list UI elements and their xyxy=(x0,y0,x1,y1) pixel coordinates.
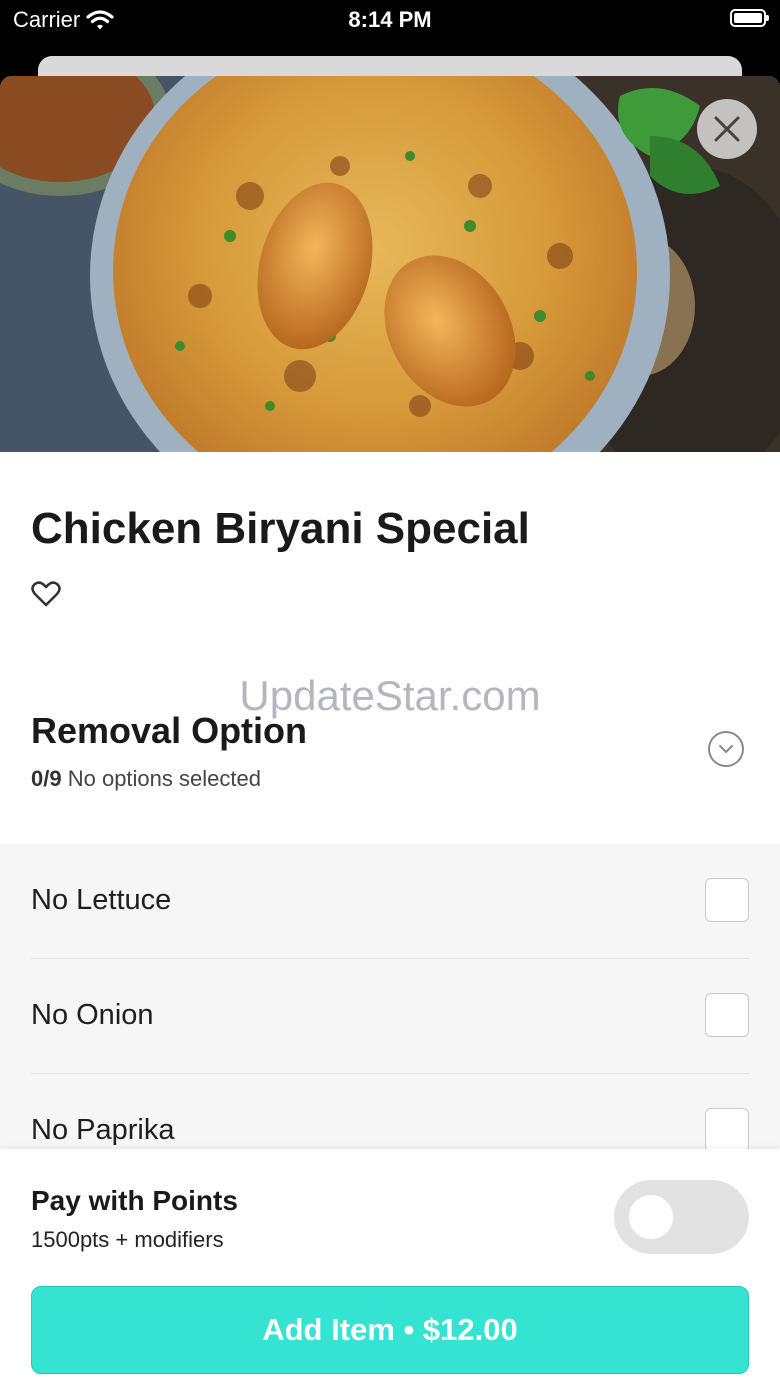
option-label: No Paprika xyxy=(31,1114,175,1146)
item-detail-sheet: Chicken Biryani Special UpdateStar.com R… xyxy=(0,76,780,1387)
points-cost-label: 1500pts + modifiers xyxy=(31,1227,224,1252)
removal-options-list: No Lettuce No Onion No Paprika xyxy=(0,844,780,1154)
pay-with-points-toggle[interactable] xyxy=(614,1180,749,1254)
biryani-illustration xyxy=(0,76,780,452)
option-label: No Lettuce xyxy=(31,884,172,916)
expand-section-button[interactable] xyxy=(708,731,744,767)
clock: 8:14 PM xyxy=(348,7,432,32)
close-button[interactable] xyxy=(697,99,757,159)
selection-status: No options selected xyxy=(67,766,261,791)
option-checkbox[interactable] xyxy=(705,993,749,1037)
item-title: Chicken Biryani Special xyxy=(31,504,530,553)
order-footer: Pay with Points 1500pts + modifiers Add … xyxy=(0,1149,780,1387)
add-item-button[interactable]: Add Item • $12.00 xyxy=(31,1286,749,1374)
removal-option-status: 0/9 No options selected xyxy=(31,766,261,792)
option-row-no-lettuce[interactable]: No Lettuce xyxy=(31,844,749,959)
chevron-down-icon xyxy=(719,745,733,753)
close-icon xyxy=(714,116,740,142)
favorite-heart-icon[interactable] xyxy=(31,580,61,608)
pay-with-points-label: Pay with Points xyxy=(31,1185,238,1216)
battery-icon xyxy=(730,9,769,27)
option-row-no-onion[interactable]: No Onion xyxy=(31,959,749,1074)
removal-option-title: Removal Option xyxy=(31,710,308,751)
option-checkbox[interactable] xyxy=(705,1108,749,1152)
item-photo xyxy=(0,76,780,452)
toggle-knob xyxy=(629,1195,673,1239)
option-checkbox[interactable] xyxy=(705,878,749,922)
option-label: No Onion xyxy=(31,999,154,1031)
status-bar: Carrier 8:14 PM xyxy=(0,0,780,44)
selection-count: 0/9 xyxy=(31,766,62,791)
